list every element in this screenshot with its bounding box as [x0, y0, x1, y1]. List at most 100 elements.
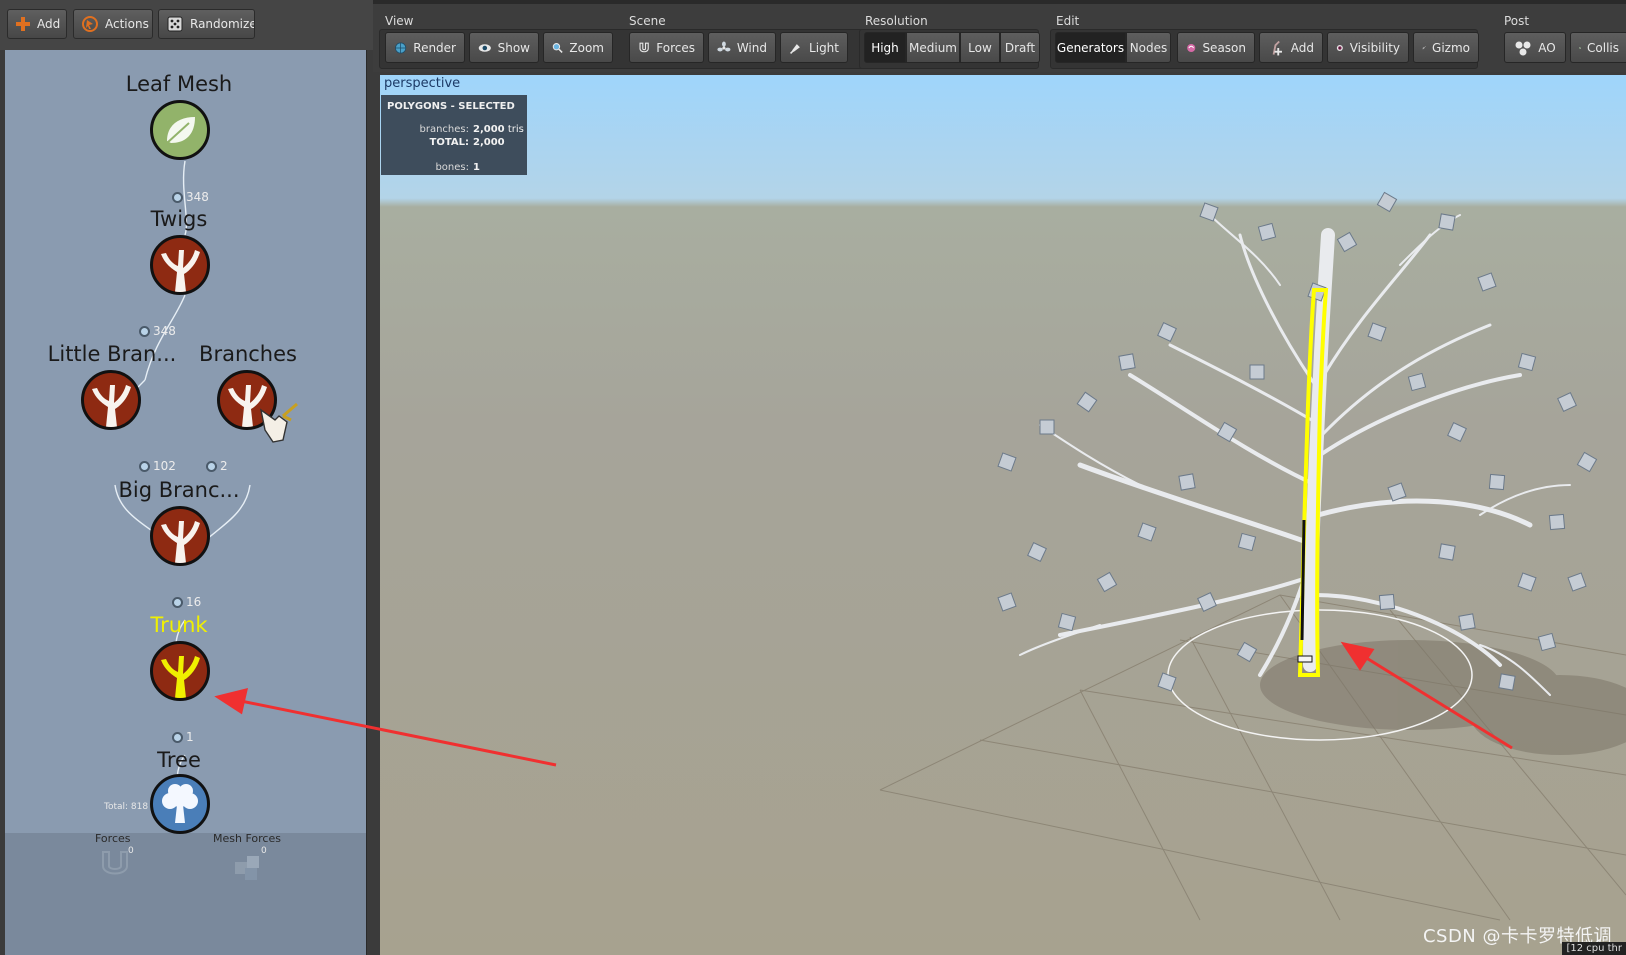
light-label: Light	[809, 40, 839, 55]
gizmo-icon	[1422, 45, 1426, 49]
speedtree-modeler-window: Add Actions Randomize Leaf Mesh 348 Twig…	[0, 0, 1626, 955]
cpu-threads-label: [12 cpu thr	[1562, 942, 1626, 955]
connection-port-leaf-twigs[interactable]: 348	[172, 190, 209, 204]
magnifier-icon	[552, 42, 563, 53]
camera-mode-label[interactable]: perspective	[384, 76, 460, 91]
resolution-draft[interactable]: Draft	[1000, 32, 1040, 63]
zoom-label: Zoom	[569, 40, 604, 55]
tree-icon	[162, 784, 198, 823]
node-big-branches[interactable]	[150, 506, 210, 566]
visibility-label: Visibility	[1349, 40, 1400, 55]
generator-node-panel[interactable]: Leaf Mesh 348 Twigs 348 Little Bran... B…	[5, 50, 367, 955]
connection-count: 16	[186, 595, 202, 609]
leaf-icon	[166, 117, 195, 144]
resolution-group-label: Resolution	[865, 14, 928, 28]
mesh-cubes-icon[interactable]	[227, 848, 267, 882]
eye-icon	[478, 43, 491, 52]
connection-port-trunk-tree[interactable]: 1	[172, 730, 194, 744]
node-label-big-branches: Big Branc...	[118, 478, 240, 502]
node-little-branches[interactable]	[81, 370, 141, 430]
visibility-eye-icon	[1336, 44, 1343, 51]
stats-total-label: TOTAL:	[429, 137, 469, 148]
gizmo-button[interactable]: Gizmo	[1413, 32, 1479, 63]
dice-icon	[167, 16, 183, 32]
port-dot	[139, 460, 150, 472]
randomize-button[interactable]: Randomize	[158, 9, 255, 39]
connection-port-little-big[interactable]: 102	[139, 459, 176, 473]
branches-count: 2,000	[473, 124, 505, 135]
light-button[interactable]: Light	[780, 32, 848, 63]
ao-spheres-icon	[1515, 41, 1531, 55]
resolution-low[interactable]: Low	[960, 32, 1000, 63]
connection-port-branches-big[interactable]: 2	[206, 459, 228, 473]
show-button[interactable]: Show	[469, 32, 539, 63]
forces-button[interactable]: Forces	[629, 32, 704, 63]
tree-scene	[879, 191, 1626, 921]
season-label: Season	[1202, 40, 1246, 55]
view-group-label: View	[385, 14, 414, 28]
node-tree-root[interactable]	[150, 774, 210, 834]
node-label-little-branches: Little Bran...	[47, 342, 177, 366]
fan-icon	[717, 40, 731, 51]
branch-tree-icon	[161, 250, 200, 292]
actions-icon	[82, 16, 98, 32]
forces-label: Forces	[95, 832, 131, 845]
gizmo-label: Gizmo	[1432, 40, 1470, 55]
node-trunk[interactable]	[150, 641, 210, 701]
total-count: Total: 818	[104, 802, 149, 812]
edit-group-label: Edit	[1056, 14, 1080, 28]
port-dot	[139, 325, 150, 337]
forces-button-label: Forces	[656, 40, 695, 55]
trunk-icon	[161, 656, 200, 698]
hand-edit-icon	[259, 402, 298, 443]
ao-button[interactable]: AO	[1504, 32, 1566, 63]
connection-count: 348	[153, 324, 176, 338]
add-branch-icon	[1272, 40, 1282, 55]
actions-button[interactable]: Actions	[73, 9, 153, 39]
trunk-handle[interactable]	[1297, 655, 1313, 663]
add-button-label: Add	[37, 17, 61, 31]
magnet-icon	[639, 42, 649, 52]
edit-add-label: Add	[1290, 40, 1314, 55]
collision-label: Collis	[1587, 40, 1619, 55]
branch-tree-icon	[92, 385, 131, 427]
collision-button[interactable]: Collis	[1570, 32, 1626, 63]
wind-label: Wind	[736, 40, 767, 55]
branches-unit: tris	[507, 124, 524, 135]
connection-count: 2	[220, 459, 228, 473]
magnet-icon[interactable]	[97, 848, 133, 882]
node-twigs[interactable]	[150, 235, 210, 295]
3d-viewport[interactable]: perspective POLYGONS - SELECTED branches…	[380, 75, 1626, 955]
branch-tree-icon	[161, 521, 200, 563]
connection-count: 1	[186, 730, 194, 744]
stats-branches-value: 2,000 tris	[473, 124, 524, 135]
port-dot	[206, 460, 217, 472]
render-button[interactable]: Render	[385, 32, 465, 63]
edit-nodes-tab[interactable]: Nodes	[1126, 32, 1171, 63]
wind-button[interactable]: Wind	[708, 32, 776, 63]
connection-port-twigs-little[interactable]: 348	[139, 324, 176, 338]
node-leaf-mesh[interactable]	[150, 100, 210, 160]
visibility-button[interactable]: Visibility	[1327, 32, 1409, 63]
resolution-high[interactable]: High	[864, 32, 906, 63]
randomize-button-label: Randomize	[190, 17, 255, 31]
plus-icon	[16, 17, 30, 31]
total-count-value: 2,000	[473, 137, 505, 148]
zoom-button[interactable]: Zoom	[543, 32, 613, 63]
edit-add-button[interactable]: Add	[1259, 32, 1323, 63]
render-label: Render	[413, 40, 456, 55]
post-group-label: Post	[1504, 14, 1530, 28]
polygon-stats-panel: POLYGONS - SELECTED branches: 2,000 tris…	[381, 95, 527, 175]
add-button[interactable]: Add	[7, 9, 67, 39]
main-toolbar: View Render Show Zoom Scene Forces Wind …	[373, 0, 1626, 72]
resolution-medium[interactable]: Medium	[906, 32, 960, 63]
tree-leaves	[997, 191, 1598, 692]
season-icon	[1187, 43, 1196, 52]
connection-port-big-trunk[interactable]: 16	[172, 595, 201, 609]
node-label-twigs: Twigs	[150, 207, 208, 231]
stats-branches-label: branches:	[419, 124, 470, 135]
connection-count: 348	[186, 190, 209, 204]
edit-generators-tab[interactable]: Generators	[1055, 32, 1126, 63]
season-button[interactable]: Season	[1177, 32, 1255, 63]
node-label-leaf-mesh: Leaf Mesh	[125, 72, 233, 96]
